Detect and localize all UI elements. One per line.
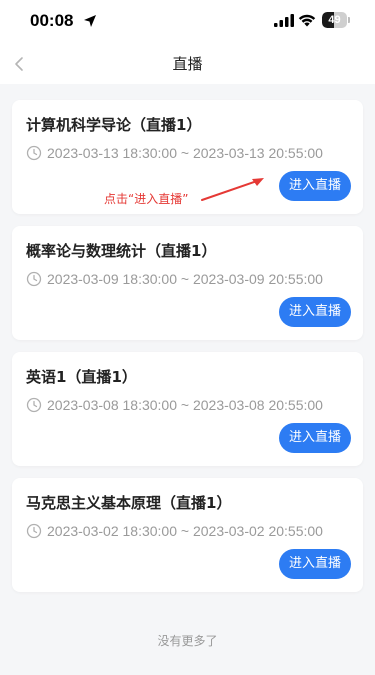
annotation-arrow-icon — [201, 178, 264, 201]
signal-icon — [274, 14, 294, 27]
status-bar: 00:08 49 — [0, 0, 375, 44]
battery-level: 49 — [328, 14, 341, 26]
enter-live-button[interactable]: 进入直播 — [279, 549, 351, 579]
course-card: 英语1（直播1） 2023-03-08 18:30:00 ~ 2023-03-0… — [12, 352, 363, 466]
course-time: 2023-03-13 18:30:00 ~ 2023-03-13 20:55:0… — [47, 145, 323, 161]
status-time: 00:08 — [30, 11, 74, 30]
wifi-icon — [298, 14, 316, 27]
course-card: 马克思主义基本原理（直播1） 2023-03-02 18:30:00 ~ 202… — [12, 478, 363, 592]
course-time: 2023-03-08 18:30:00 ~ 2023-03-08 20:55:0… — [47, 397, 323, 413]
location-arrow-icon — [84, 15, 96, 27]
page-title: 直播 — [172, 55, 203, 73]
no-more-text: 没有更多了 — [157, 634, 218, 648]
chevron-left-icon[interactable] — [10, 52, 30, 76]
clock-icon — [26, 397, 42, 413]
course-title: 计算机科学导论（直播1） — [26, 116, 202, 134]
annotation-text: 点击“进入直播” — [104, 192, 189, 206]
clock-icon — [26, 145, 42, 161]
course-card: 概率论与数理统计（直播1） 2023-03-09 18:30:00 ~ 2023… — [12, 226, 363, 340]
live-course-list: 计算机科学导论（直播1） 2023-03-13 18:30:00 ~ 2023-… — [12, 100, 363, 604]
course-title: 英语1（直播1） — [26, 368, 137, 386]
course-title: 马克思主义基本原理（直播1） — [26, 494, 232, 512]
enter-live-button[interactable]: 进入直播 — [279, 297, 351, 327]
course-title: 概率论与数理统计（直播1） — [26, 242, 217, 260]
clock-icon — [26, 271, 42, 287]
clock-icon — [26, 523, 42, 539]
battery-icon: 49 — [322, 12, 350, 28]
enter-live-button[interactable]: 进入直播 — [279, 423, 351, 453]
nav-bar: 直播 — [0, 44, 375, 84]
enter-live-button[interactable]: 进入直播 — [279, 171, 351, 201]
course-time: 2023-03-02 18:30:00 ~ 2023-03-02 20:55:0… — [47, 523, 323, 539]
course-time: 2023-03-09 18:30:00 ~ 2023-03-09 20:55:0… — [47, 271, 323, 287]
